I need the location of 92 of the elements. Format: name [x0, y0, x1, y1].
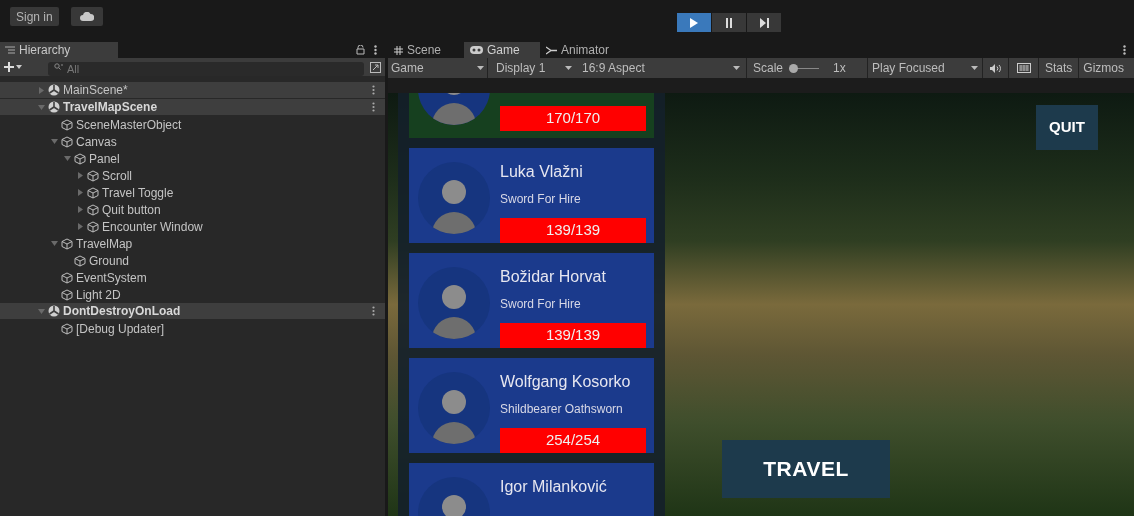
hierarchy-item[interactable]: MainScene*	[0, 82, 385, 99]
hierarchy-tab[interactable]: Hierarchy	[0, 42, 118, 58]
cloud-button[interactable]	[70, 7, 103, 26]
gizmos-button[interactable]: Gizmos	[1079, 58, 1125, 78]
cube-icon	[61, 271, 73, 284]
speaker-icon[interactable]	[990, 63, 1001, 73]
view-tab[interactable]: Animator	[540, 42, 616, 58]
collapsed-arrow-icon[interactable]	[77, 223, 84, 230]
hierarchy-item[interactable]: Encounter Window	[0, 218, 385, 235]
health-value: 139/139	[544, 325, 602, 346]
character-name: Luka Vlažni	[500, 162, 584, 182]
hierarchy-item[interactable]: [Debug Updater]	[0, 320, 385, 337]
cube-icon	[61, 288, 73, 301]
slider-thumb[interactable]	[789, 63, 799, 73]
hierarchy-item[interactable]: Travel Toggle	[0, 184, 385, 201]
cloud-icon	[79, 12, 94, 21]
lock-icon[interactable]	[356, 45, 365, 55]
hierarchy-item[interactable]: Quit button	[0, 201, 385, 218]
step-button[interactable]	[747, 13, 781, 32]
search-icon	[54, 63, 63, 71]
pause-button[interactable]	[712, 13, 746, 32]
cube-icon	[61, 135, 73, 148]
expanded-arrow-icon[interactable]	[64, 155, 71, 162]
keyboard-icon[interactable]	[1016, 63, 1031, 73]
hierarchy-item[interactable]: Ground	[0, 252, 385, 269]
pause-icon	[724, 17, 734, 28]
cube-icon	[87, 186, 99, 199]
quit-button[interactable]: QUIT	[1036, 105, 1098, 150]
caret-icon	[16, 65, 22, 69]
step-icon	[759, 17, 769, 28]
scene-icon	[48, 84, 60, 96]
cube-icon	[87, 220, 99, 233]
cube-icon	[74, 254, 86, 267]
sign-in-button[interactable]: Sign in	[10, 7, 59, 26]
list-icon	[5, 46, 15, 54]
cube-icon	[74, 152, 86, 165]
cube-icon	[61, 118, 73, 131]
hierarchy-item[interactable]: Canvas	[0, 133, 385, 150]
more-icon[interactable]	[374, 45, 377, 55]
health-value: 254/254	[544, 430, 602, 451]
view-tab[interactable]: Game	[464, 42, 540, 58]
hierarchy-item[interactable]: SceneMasterObject	[0, 116, 385, 133]
hierarchy-item[interactable]: TravelMapScene	[0, 99, 385, 116]
search-field[interactable]: All	[48, 62, 364, 77]
hierarchy-item[interactable]: Scroll	[0, 167, 385, 184]
health-value: 170/170	[544, 108, 602, 129]
grid-icon	[394, 45, 403, 55]
more-icon[interactable]	[372, 306, 375, 316]
gamepad-icon	[470, 46, 483, 54]
hierarchy-item[interactable]: Light 2D	[0, 286, 385, 303]
expanded-arrow-icon[interactable]	[51, 138, 58, 145]
more-icon[interactable]	[372, 102, 375, 112]
window-icon[interactable]	[370, 61, 381, 73]
caret-icon	[733, 66, 740, 70]
hierarchy-item[interactable]: EventSystem	[0, 269, 385, 286]
hierarchy-item[interactable]: DontDestroyOnLoad	[0, 303, 385, 320]
display-dropdown[interactable]: Display 1	[488, 58, 580, 78]
hierarchy-item[interactable]: TravelMap	[0, 235, 385, 252]
scale-label: Scale	[753, 60, 784, 77]
scale-value: 1x	[833, 60, 846, 77]
collapsed-arrow-icon[interactable]	[77, 206, 84, 213]
character-class: Sword For Hire	[500, 191, 582, 208]
more-icon[interactable]	[1123, 45, 1126, 55]
scale-slider[interactable]	[789, 63, 820, 73]
caret-icon	[477, 66, 484, 70]
health-value: 139/139	[544, 220, 602, 241]
character-class: Sword For Hire	[500, 296, 582, 313]
play-icon	[689, 17, 699, 28]
play-button[interactable]	[677, 13, 711, 32]
collapsed-arrow-icon[interactable]	[77, 189, 84, 196]
caret-icon	[565, 66, 572, 70]
travel-button[interactable]: TRAVEL	[722, 440, 890, 498]
character-name: Božidar Horvat	[500, 267, 607, 287]
branch-icon	[546, 45, 557, 55]
view-tab[interactable]: Scene	[388, 42, 464, 58]
collapsed-arrow-icon[interactable]	[77, 172, 84, 179]
add-dropdown[interactable]	[4, 62, 22, 72]
plus-icon	[4, 62, 14, 72]
caret-icon	[971, 66, 978, 70]
hierarchy-title: Hierarchy	[19, 42, 71, 59]
character-name: Igor Milanković	[500, 477, 608, 497]
scene-icon	[48, 305, 60, 317]
character-name: Wolfgang Kosorko	[500, 372, 632, 392]
cube-icon	[61, 237, 73, 250]
hierarchy-item[interactable]: Panel	[0, 150, 385, 167]
scene-icon	[48, 101, 60, 113]
cube-icon	[61, 322, 73, 335]
character-class: Shildbearer Oathsworn	[500, 401, 624, 418]
more-icon[interactable]	[372, 85, 375, 95]
cube-icon	[87, 203, 99, 216]
cube-icon	[87, 169, 99, 182]
expanded-arrow-icon[interactable]	[51, 240, 58, 247]
